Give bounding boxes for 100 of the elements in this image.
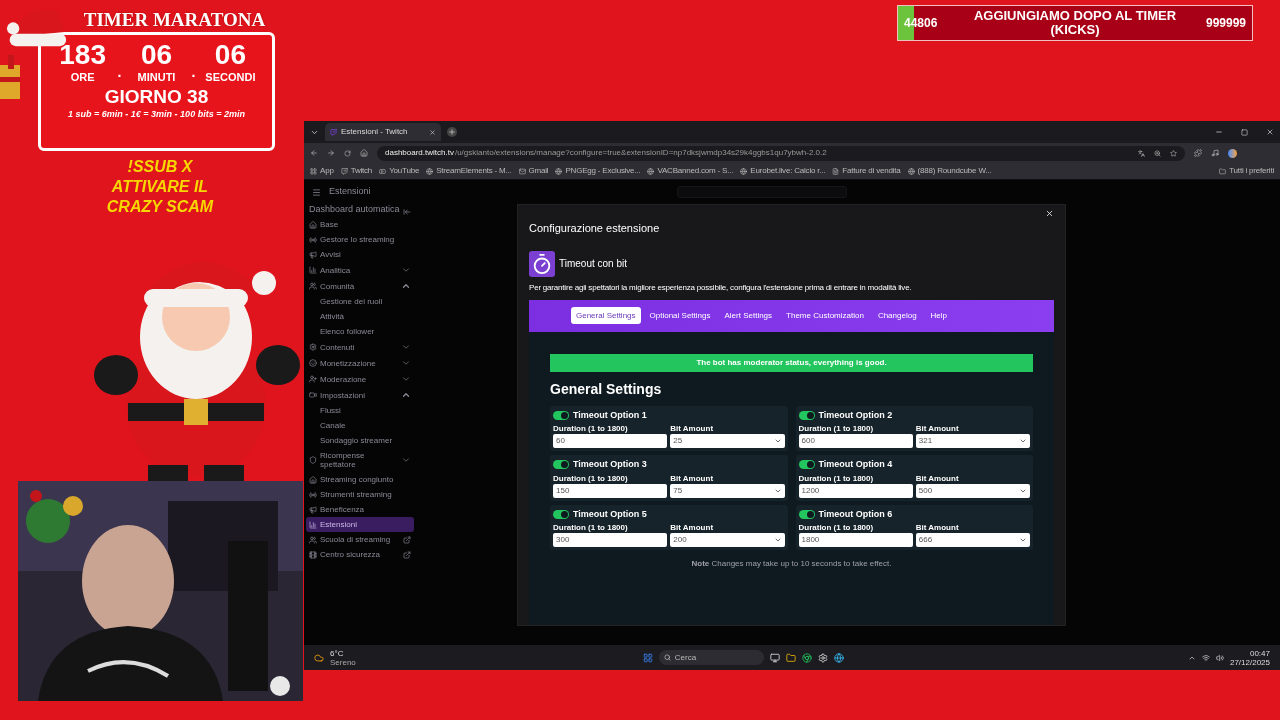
clock-time: 00:47: [1249, 648, 1270, 658]
folder-icon[interactable]: [785, 652, 796, 663]
note-text: Note Changes may take up to 10 seconds to take effect.: [690, 558, 893, 570]
duration-input[interactable]: 600: [798, 434, 913, 448]
globe-icon[interactable]: [833, 652, 844, 663]
sidebar-item[interactable]: Attività: [306, 309, 414, 324]
field-label: Bit Amount: [670, 473, 715, 484]
url-host-text: dashboard.twitch.tv: [385, 147, 454, 159]
bookmark-link[interactable]: VACBanned.com - S...: [647, 165, 734, 177]
new-tab-icon: [447, 127, 457, 137]
address-field[interactable]: dashboard.twitch.tv/u/gskianto/extensions/manage?configure=true&extensionID=np7dksjwmdp34s29k4ggbs1qu7ybwh-2.0.2: [377, 145, 1185, 161]
duration-input[interactable]: 150: [553, 483, 668, 498]
toggle-switch[interactable]: [553, 509, 569, 519]
globe-icon: [647, 167, 655, 175]
sidebar-item[interactable]: Sondaggio streamer: [306, 433, 414, 448]
settings-icon[interactable]: [817, 652, 828, 663]
amount-select[interactable]: 200: [670, 533, 785, 547]
close-icon: [429, 128, 436, 136]
duration-input[interactable]: 1200: [798, 483, 913, 498]
broadcast-icon: [309, 235, 317, 244]
sidebar-item[interactable]: Moderazione: [306, 371, 414, 387]
media-icon: [1211, 149, 1219, 157]
option-title: Timeout Option 3: [573, 458, 647, 471]
sidebar-item[interactable]: Avvisi: [306, 247, 414, 262]
chevron-down-icon: [773, 536, 782, 544]
sidebar-item[interactable]: Elenco follower: [306, 324, 414, 339]
people-icon: [309, 282, 317, 290]
amount-select[interactable]: 500: [915, 483, 1030, 498]
forward-icon: [327, 149, 335, 157]
taskbar-search-field[interactable]: Cerca: [658, 650, 764, 665]
mail-icon: [518, 167, 526, 175]
people-icon: [309, 535, 317, 544]
settings-tab[interactable]: Alert Settings: [719, 307, 778, 324]
duration-input[interactable]: 60: [553, 434, 668, 448]
duration-input[interactable]: 1800: [798, 533, 913, 547]
bookmark-link[interactable]: Twitch: [340, 165, 373, 177]
bookmark-link[interactable]: Eurobet.live: Calcio r...: [740, 165, 826, 177]
amount-select[interactable]: 666: [915, 533, 1030, 547]
amount-select[interactable]: 25: [670, 434, 785, 448]
sidebar-item[interactable]: Impostazioni: [306, 387, 414, 403]
browser-tab[interactable]: Estensioni - Twitch: [325, 123, 441, 141]
bookmark-link[interactable]: PNGEgg - Exclusive...: [555, 165, 641, 177]
settings-tab[interactable]: Changelog: [872, 307, 922, 324]
field-label: Bit Amount: [915, 424, 960, 434]
home-icon: [360, 149, 368, 157]
bookmark-link[interactable]: StreamElements - M...: [426, 165, 512, 177]
folder-icon: [1219, 167, 1227, 175]
timer-title: TIMER MARATONA: [82, 8, 267, 32]
bookmark-link[interactable]: YouTube: [379, 165, 420, 177]
sidebar-item[interactable]: Base: [306, 217, 414, 232]
settings-tab[interactable]: Help: [925, 307, 953, 324]
bookmark-link[interactable]: App: [310, 165, 334, 177]
close-icon[interactable]: [1045, 209, 1054, 218]
timer-unit: ORE: [70, 71, 95, 83]
sidebar-item[interactable]: Ricompense spettatore: [306, 448, 414, 472]
settings-tab[interactable]: Optional Settings: [644, 307, 716, 324]
sidebar-item[interactable]: Gestione dei ruoli: [306, 294, 414, 309]
sidebar-item[interactable]: Beneficenza: [306, 502, 414, 517]
sidebar-item[interactable]: Contenuti: [306, 339, 414, 355]
chart-icon: [309, 266, 317, 274]
section-heading: General Settings: [550, 379, 663, 399]
amount-select[interactable]: 75: [670, 483, 785, 498]
sidebar-item[interactable]: Strumenti streaming: [306, 487, 414, 502]
sidebar-item[interactable]: Canale: [306, 418, 414, 433]
toggle-switch[interactable]: [798, 460, 815, 470]
field-label: Bit Amount: [915, 473, 960, 484]
minimize-icon: [1215, 128, 1223, 136]
settings-tab[interactable]: Theme Customization: [781, 307, 869, 324]
sidebar-item[interactable]: Estensioni: [306, 517, 414, 532]
desktop-icon[interactable]: [769, 652, 780, 663]
sidebar-item[interactable]: Flussi: [306, 403, 414, 418]
toggle-switch[interactable]: [798, 509, 815, 519]
twitch-icon: [340, 167, 348, 175]
collapse-icon: [403, 208, 411, 216]
duration-input[interactable]: 300: [553, 533, 668, 547]
sidebar-item[interactable]: Comunità: [306, 278, 414, 294]
timer-unit: SECONDI: [205, 71, 256, 83]
toggle-switch[interactable]: [553, 460, 569, 470]
all-bookmarks-link[interactable]: Tutti i preferiti: [1219, 165, 1274, 177]
bookmark-link[interactable]: Gmail: [518, 165, 549, 177]
sidebar-item[interactable]: Streaming congiunto: [306, 472, 414, 487]
sidebar-item[interactable]: Monetizzazione: [306, 355, 414, 371]
sidebar-item[interactable]: Gestore lo streaming: [306, 232, 414, 247]
timer-value: 06: [140, 39, 173, 71]
translate-icon: [1138, 149, 1145, 157]
chevron-down-icon: [773, 437, 782, 445]
start-icon[interactable]: [642, 652, 653, 663]
bookmark-link[interactable]: (888) Roundcube W...: [907, 165, 992, 177]
sidebar-item[interactable]: Analitica: [306, 262, 414, 278]
chart-icon: [309, 520, 317, 529]
puzzle-icon: [1194, 149, 1202, 157]
settings-tab[interactable]: General Settings: [570, 307, 641, 324]
amount-select[interactable]: 321: [915, 434, 1030, 448]
sidebar-item[interactable]: Centro sicurezza: [306, 547, 414, 562]
toggle-switch[interactable]: [798, 410, 815, 420]
browser-icon[interactable]: [801, 652, 812, 663]
toggle-switch[interactable]: [553, 410, 569, 420]
description-text: Per garantire agli spettatori la migliore esperienza possibile, configura l'estensione prima di entrare in modalità live.: [529, 281, 913, 294]
bookmark-link[interactable]: Fatture di vendita: [832, 165, 901, 177]
sidebar-item[interactable]: Scuola di streaming: [306, 532, 414, 547]
